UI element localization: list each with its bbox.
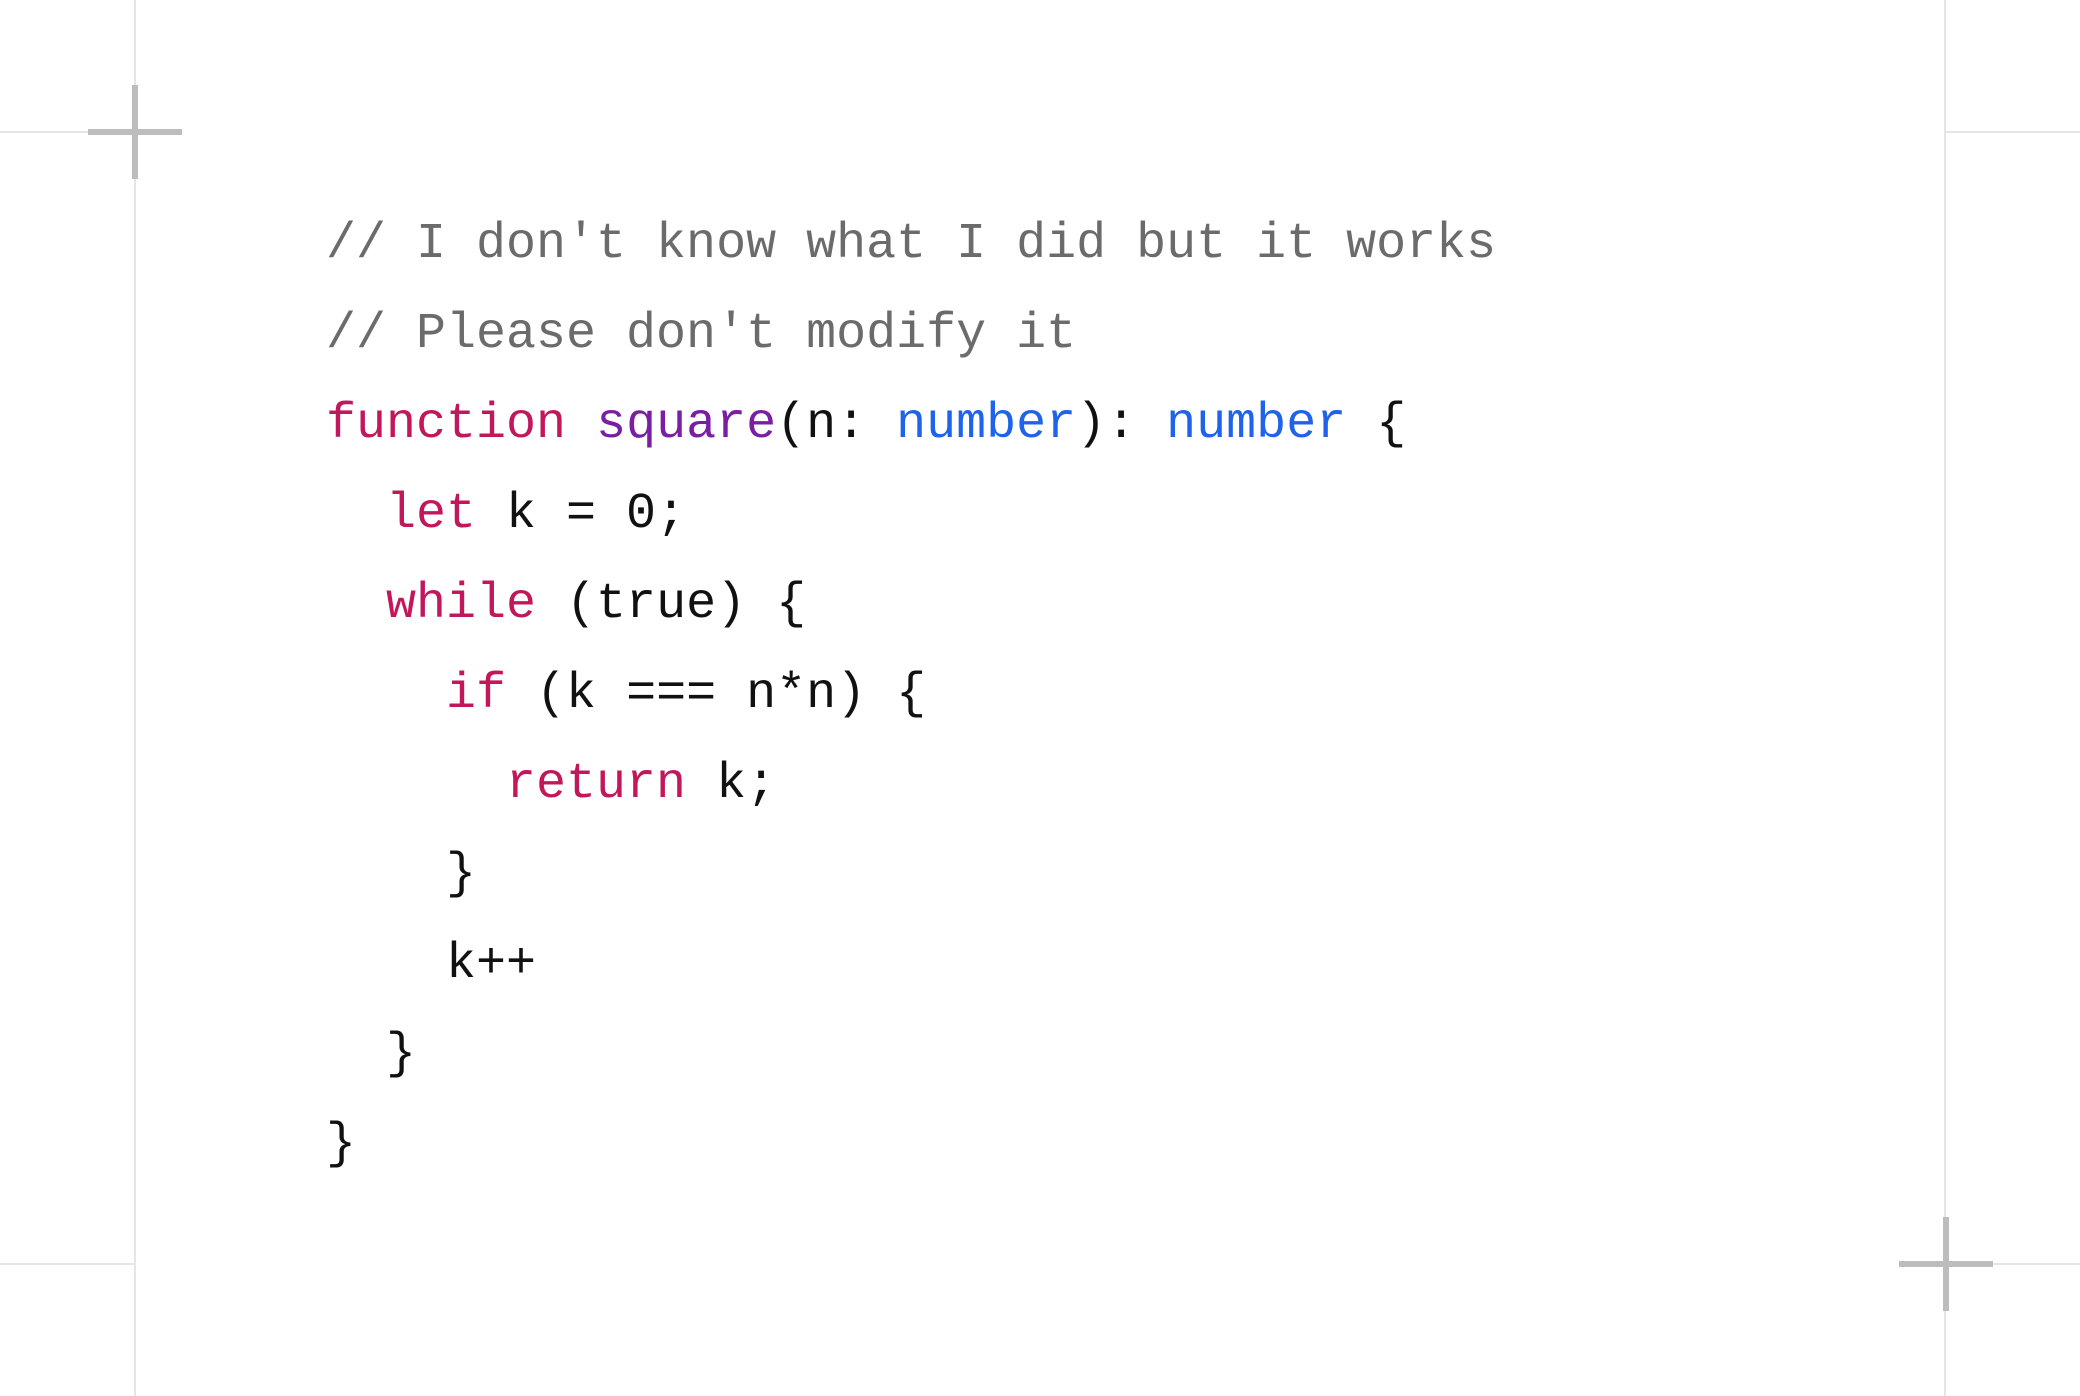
code-card: // I don't know what I did but it works … [134, 0, 1946, 1396]
code-token: ): [1076, 396, 1166, 453]
code-token: while [386, 576, 536, 633]
code-content: // I don't know what I did but it works … [326, 216, 1496, 1173]
code-token: (k === n*n) { [506, 666, 926, 723]
code-token [566, 396, 596, 453]
code-token: { [1346, 396, 1406, 453]
code-token: let [386, 486, 476, 543]
stage: // I don't know what I did but it works … [0, 0, 2080, 1396]
code-token: // Please don't modify it [326, 306, 1076, 363]
code-token: (true) { [536, 576, 806, 633]
code-token: (n: [776, 396, 896, 453]
code-token: return [506, 756, 686, 813]
code-token: number [1166, 396, 1346, 453]
code-token: } [326, 1116, 356, 1173]
code-token: k++ [446, 936, 536, 993]
code-token: number [896, 396, 1076, 453]
code-block: // I don't know what I did but it works … [326, 200, 1496, 1190]
code-token: square [596, 396, 776, 453]
code-token: } [386, 1026, 416, 1083]
code-token: if [446, 666, 506, 723]
code-token: k; [686, 756, 776, 813]
code-token: } [446, 846, 476, 903]
code-token: // I don't know what I did but it works [326, 216, 1496, 273]
code-token: function [326, 396, 566, 453]
code-token: k = 0; [476, 486, 686, 543]
